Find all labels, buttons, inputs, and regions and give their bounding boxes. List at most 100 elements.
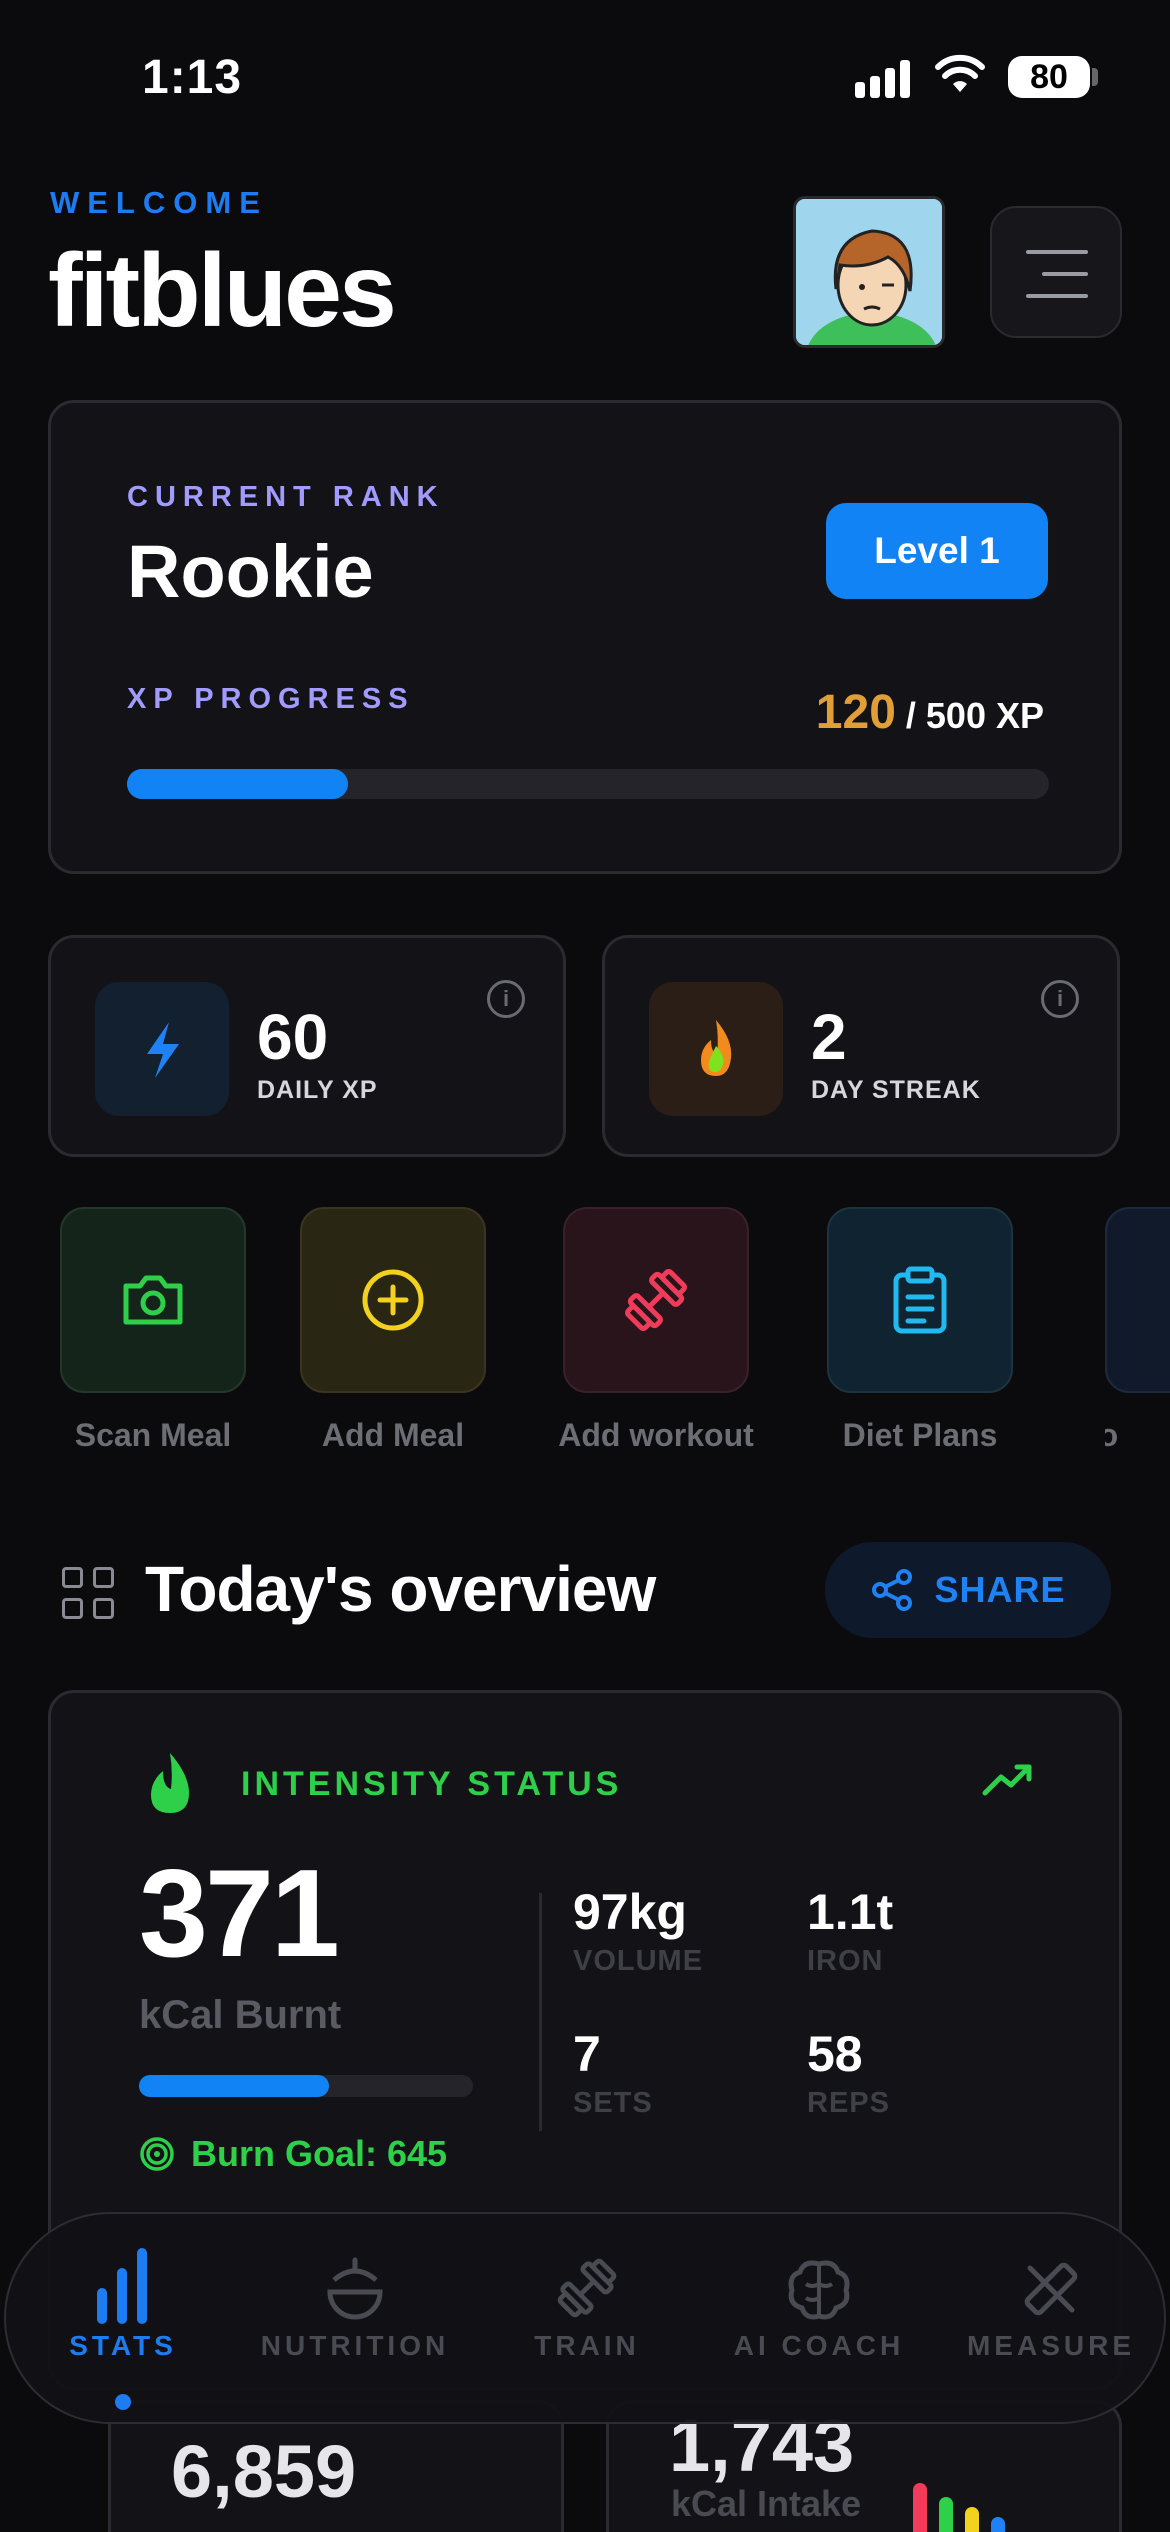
scan-meal-label: Scan Meal xyxy=(74,1417,232,1453)
food-icon xyxy=(327,2257,383,2320)
daily-xp-card[interactable]: 60 DAILY XP i xyxy=(48,935,566,1157)
scan-meal-button[interactable] xyxy=(60,1207,246,1393)
intake-label: kCal Intake xyxy=(671,2483,862,2524)
macro-bars-icon xyxy=(913,2483,1005,2532)
camera-icon xyxy=(123,1275,183,1325)
xp-progress-fill xyxy=(127,769,349,799)
streak-label: DAY STREAK xyxy=(811,1076,981,1104)
battery-icon: 80 xyxy=(1008,56,1090,98)
steps-value: 6,859 xyxy=(171,2430,357,2513)
xp-value: 120 / 500 XP xyxy=(816,685,1044,740)
xp-total: / 500 XP xyxy=(895,695,1044,736)
intensity-status-label: INTENSITY STATUS xyxy=(241,1765,623,1803)
add-workout-action[interactable]: Add workout xyxy=(558,1207,754,1453)
daily-xp-value: 60 xyxy=(257,1001,329,1073)
tab-train[interactable]: TRAIN xyxy=(472,2244,702,2362)
overview-title: Today's overview xyxy=(145,1553,656,1625)
add-meal-button[interactable] xyxy=(300,1207,486,1393)
battery-nub xyxy=(1092,68,1098,86)
dumbbell-icon xyxy=(557,2258,617,2318)
avatar[interactable] xyxy=(793,196,945,348)
iron-label: IRON xyxy=(807,1945,884,1977)
diet-plans-button[interactable] xyxy=(827,1207,1013,1393)
ruler-icon xyxy=(1024,2262,1078,2316)
avatar-portrait-icon xyxy=(796,199,942,345)
username-title: fitblues xyxy=(48,233,397,349)
current-rank-label: CURRENT RANK xyxy=(127,481,445,513)
volume-metric: 97kg VOLUME xyxy=(573,1883,703,1978)
add-workout-button[interactable] xyxy=(563,1207,749,1393)
menu-button[interactable] xyxy=(990,206,1122,338)
daily-xp-label: DAILY XP xyxy=(257,1076,378,1104)
burn-progress-fill xyxy=(139,2075,330,2097)
wifi-icon xyxy=(935,54,985,92)
reps-label: REPS xyxy=(807,2087,890,2119)
active-tab-indicator xyxy=(115,2394,131,2410)
burn-progress-bar xyxy=(139,2075,473,2097)
tab-stats[interactable]: STATS xyxy=(8,2244,238,2410)
daily-xp-icon-box xyxy=(95,982,229,1116)
dumbbell-icon xyxy=(625,1269,687,1331)
metrics-divider xyxy=(539,1893,542,2131)
tab-nutrition-label: NUTRITION xyxy=(260,2330,450,2361)
lightning-icon xyxy=(147,1022,179,1078)
flame-icon xyxy=(151,1753,189,1813)
share-label: SHARE xyxy=(934,1569,1066,1610)
xp-current: 120 xyxy=(815,686,896,739)
rank-card: CURRENT RANK Rookie Level 1 XP PROGRESS … xyxy=(48,400,1122,874)
info-icon[interactable]: i xyxy=(1041,980,1079,1018)
partial-action-button[interactable] xyxy=(1105,1207,1170,1393)
info-icon[interactable]: i xyxy=(487,980,525,1018)
streak-value: 2 xyxy=(811,1001,847,1073)
iron-value: 1.1t xyxy=(807,1884,894,1940)
brain-icon xyxy=(788,2260,850,2320)
trending-up-icon xyxy=(982,1764,1032,1796)
day-streak-card[interactable]: 2 DAY STREAK i xyxy=(602,935,1120,1157)
reps-value: 58 xyxy=(807,2026,863,2082)
tab-ai-coach[interactable]: AI COACH xyxy=(704,2244,934,2362)
status-time: 1:13 xyxy=(142,51,243,104)
diet-plans-action[interactable]: Diet Plans xyxy=(827,1207,1013,1453)
volume-label: VOLUME xyxy=(573,1945,704,1977)
grid-icon xyxy=(62,1567,114,1619)
kcal-burnt-value: 371 xyxy=(139,1845,340,1983)
xp-progress-label: XP PROGRESS xyxy=(127,683,415,715)
tab-measure[interactable]: MEASURE xyxy=(936,2244,1166,2362)
sets-metric: 7 SETS xyxy=(573,2025,653,2120)
scan-meal-action[interactable]: Scan Meal xyxy=(60,1207,246,1453)
tab-ai-coach-label: AI COACH xyxy=(733,2330,905,2361)
sets-value: 7 xyxy=(573,2026,601,2082)
bar-chart-icon xyxy=(97,2248,147,2324)
menu-icon xyxy=(1026,250,1088,254)
target-icon xyxy=(140,2137,174,2171)
share-button[interactable]: SHARE xyxy=(825,1542,1111,1638)
diet-plans-label: Diet Plans xyxy=(842,1417,998,1453)
plus-circle-icon xyxy=(362,1269,424,1331)
kcal-burnt-label: kCal Burnt xyxy=(139,1993,342,2037)
cellular-signal-icon xyxy=(855,58,915,98)
streak-icon-box xyxy=(649,982,783,1116)
partial-action[interactable]: Wo xyxy=(1105,1207,1170,1487)
partial-action-label: Wo xyxy=(1105,1417,1119,1453)
add-workout-label: Add workout xyxy=(558,1417,754,1453)
add-meal-label: Add Meal xyxy=(321,1417,465,1453)
status-bar: 1:13 80 xyxy=(0,0,1170,150)
burn-goal-text: Burn Goal: 645 xyxy=(191,2133,448,2174)
bottom-tab-bar: STATS NUTRITION TRAIN AI COACH MEASURE xyxy=(4,2212,1166,2424)
welcome-label: WELCOME xyxy=(50,185,268,220)
tab-stats-label: STATS xyxy=(69,2330,177,2361)
tab-nutrition[interactable]: NUTRITION xyxy=(240,2244,470,2362)
xp-progress-bar xyxy=(127,769,1049,799)
burn-goal: Burn Goal: 645 xyxy=(139,2133,447,2175)
tab-measure-label: MEASURE xyxy=(966,2330,1135,2361)
level-button[interactable]: Level 1 xyxy=(826,503,1048,599)
tab-train-label: TRAIN xyxy=(534,2330,640,2361)
sets-label: SETS xyxy=(573,2087,653,2119)
share-icon xyxy=(872,1569,913,1611)
volume-value: 97kg xyxy=(573,1884,687,1940)
reps-metric: 58 REPS xyxy=(807,2025,890,2120)
iron-metric: 1.1t IRON xyxy=(807,1883,893,1978)
fire-icon xyxy=(701,1020,732,1076)
clipboard-icon xyxy=(893,1266,947,1334)
add-meal-action[interactable]: Add Meal xyxy=(300,1207,486,1453)
